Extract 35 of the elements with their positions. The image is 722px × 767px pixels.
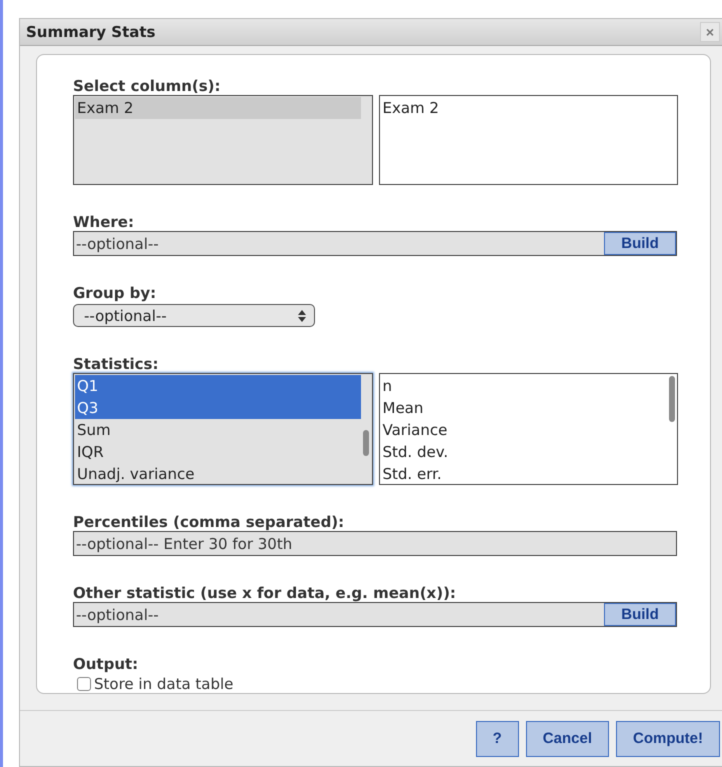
updown-arrows-icon (298, 310, 306, 322)
scrollbar-thumb[interactable] (362, 430, 368, 456)
field-label: Select column(s): (73, 77, 221, 95)
list-item[interactable]: Q1 (75, 375, 360, 397)
statistics-list[interactable]: Q1 Q3 Sum IQR Unadj. variance (73, 373, 372, 485)
checkbox[interactable] (77, 677, 91, 691)
close-button[interactable]: × (700, 22, 720, 42)
list-item[interactable]: Q3 (75, 397, 360, 419)
scrollbar-thumb[interactable] (669, 376, 675, 422)
list-item[interactable]: Std. err. (380, 463, 666, 485)
list-item[interactable]: n (380, 375, 666, 397)
window-title: Summary Stats (26, 23, 156, 41)
dialog-button[interactable]: Cancel (526, 720, 609, 756)
selected-list[interactable]: Exam 2 (378, 95, 678, 185)
dialog-button[interactable]: ? (476, 720, 519, 756)
list-item[interactable]: Std. dev. (380, 441, 666, 463)
column-list[interactable]: Exam 2 (73, 95, 372, 185)
field-label: Percentiles (comma separated): (73, 513, 344, 531)
field-label: Other statistic (use x for data, e.g. mean(x)): (73, 584, 456, 602)
field-label: Group by: (73, 284, 156, 302)
list-item[interactable]: Exam 2 (75, 97, 360, 119)
input-field[interactable]: --optional-- Enter 30 for 30th (73, 531, 677, 556)
checkbox-label: Store in data table (94, 675, 234, 693)
list-item[interactable]: Mean (380, 397, 666, 419)
list-item[interactable]: Variance (380, 419, 666, 441)
dropdown[interactable]: --optional-- (73, 304, 315, 327)
list-item[interactable]: Sum (75, 419, 360, 441)
list-item[interactable]: Unadj. variance (75, 463, 360, 485)
dialog-button[interactable]: Compute! (616, 720, 720, 756)
list-item[interactable]: IQR (75, 441, 360, 463)
field-label: Output: (73, 655, 138, 673)
field-label: Statistics: (73, 355, 158, 373)
field-label: Where: (73, 213, 134, 231)
list-item[interactable]: Exam 2 (380, 97, 666, 119)
selected-list[interactable]: n Mean Variance Std. dev. Std. err. (378, 373, 678, 485)
